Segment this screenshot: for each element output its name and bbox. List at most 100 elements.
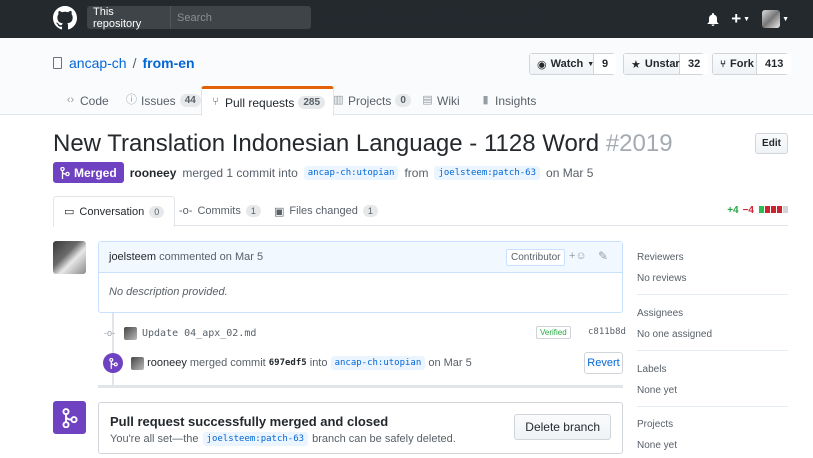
commit-icon: -o- — [179, 205, 193, 217]
tab-issues[interactable]: ⓘ Issues 44 — [118, 86, 209, 115]
sidebar-value: No reviews — [637, 273, 687, 284]
merge-target-branch[interactable]: ancap-ch:utopian — [330, 356, 426, 370]
code-icon: ‹› — [66, 94, 75, 106]
sidebar-value: None yet — [637, 440, 678, 451]
timeline-line — [112, 313, 114, 385]
repo-icon — [53, 57, 62, 69]
tab-counter: 1 — [362, 205, 378, 217]
repo-owner-link[interactable]: ancap-ch — [69, 55, 127, 71]
nav-issues[interactable]: Issues — [396, 11, 431, 25]
merge-text: merged 1 commit into — [182, 165, 298, 180]
star-count[interactable]: 32 — [680, 54, 709, 74]
merge-date: on Mar 5 — [546, 165, 594, 180]
merge-text: merged commit — [189, 357, 266, 369]
graph-icon: ▮ — [482, 94, 489, 106]
sidebar-projects[interactable]: Projects None yet — [637, 419, 788, 451]
tab-label: Commits — [197, 205, 241, 217]
sidebar-assignees[interactable]: Assignees No one assigned — [637, 308, 788, 340]
unstar-button[interactable]: ★ Unstar — [624, 54, 680, 74]
book-icon: ▤ — [422, 94, 433, 106]
watch-count[interactable]: 9 — [594, 54, 617, 74]
tab-label: Projects — [348, 93, 392, 108]
search-input[interactable] — [171, 11, 311, 24]
head-branch[interactable]: joelsteem:patch-63 — [434, 165, 541, 180]
merged-subtitle: You're all set—the joelsteem:patch-63 br… — [110, 432, 456, 446]
nav-pull-requests[interactable]: Pull requests — [323, 11, 392, 25]
github-logo-icon[interactable] — [53, 6, 77, 30]
commit-sha[interactable]: c811b8d — [588, 327, 626, 337]
nav-explore[interactable]: Explore — [507, 11, 548, 25]
sidebar-labels[interactable]: Labels None yet — [637, 364, 788, 396]
tab-counter: 1 — [245, 205, 261, 217]
user-menu[interactable]: ▼ — [762, 10, 789, 28]
sidebar-reviewers[interactable]: Reviewers No reviews — [637, 252, 788, 284]
diffstat-bar — [758, 205, 788, 216]
pr-meta: Merged rooneey merged 1 commit into anca… — [53, 162, 593, 183]
watch-button[interactable]: ◉ Watch ▼ — [530, 54, 594, 74]
merged-title: Pull request successfully merged and clo… — [110, 414, 389, 429]
state-label: Merged — [74, 165, 117, 180]
chevron-down-icon: ▼ — [743, 15, 751, 23]
commit-author-avatar[interactable] — [124, 326, 137, 340]
tab-conversation[interactable]: ▭ Conversation 0 — [53, 196, 176, 227]
user-avatar — [762, 10, 781, 28]
diffstat: +4 −4 — [727, 205, 788, 216]
comment-box: joelsteem commented on Mar 5 Contributor… — [98, 241, 623, 313]
from-text: from — [404, 165, 429, 180]
tab-label: Issues — [141, 93, 176, 108]
fork-group: ⑂ Fork 413 — [712, 53, 792, 75]
tab-files-changed[interactable]: ▣ Files changed 1 — [264, 196, 388, 226]
tab-label: Conversation — [79, 205, 145, 218]
merger-avatar[interactable] — [131, 356, 144, 370]
fork-count[interactable]: 413 — [757, 54, 792, 74]
commit-message[interactable]: Update 04_apx_02.md — [142, 328, 256, 339]
sidebar-heading: Reviewers — [637, 252, 684, 263]
repo-name-link[interactable]: from-en — [142, 55, 194, 71]
sidebar-divider — [637, 350, 788, 351]
fork-button[interactable]: ⑂ Fork — [713, 54, 757, 74]
tab-projects[interactable]: ▥ Projects 0 — [325, 86, 419, 115]
deletions-count: −4 — [742, 205, 754, 216]
tab-insights[interactable]: ▮ Insights — [472, 86, 544, 115]
add-reaction-icon[interactable]: +☺ — [569, 250, 587, 262]
git-merge-icon — [103, 353, 123, 373]
global-header: This repository Pull requests Issues Mar… — [0, 0, 813, 38]
verified-badge[interactable]: Verified — [536, 326, 571, 339]
sidebar-divider — [637, 406, 788, 407]
pr-title: New Translation Indonesian Language - 11… — [53, 130, 673, 158]
delete-branch-button[interactable]: Delete branch — [514, 414, 611, 440]
header-actions: + ▼ ▼ — [707, 10, 789, 28]
tab-counter: 44 — [179, 94, 201, 107]
merge-sha[interactable]: 697edf5 — [269, 358, 307, 368]
nav-marketplace[interactable]: Marketplace — [437, 11, 502, 25]
comment-icon: ▭ — [64, 206, 75, 218]
pencil-icon[interactable]: ✎ — [598, 249, 608, 263]
merge-user[interactable]: rooneey — [147, 357, 187, 369]
sidebar-value: None yet — [637, 385, 678, 396]
merge-date[interactable]: on Mar 5 — [428, 357, 471, 369]
into-text: into — [309, 357, 328, 369]
merger-link[interactable]: rooneey — [130, 166, 177, 180]
search-box[interactable]: This repository — [87, 6, 311, 30]
pull-request-icon: ⑂ — [212, 96, 219, 108]
chevron-down-icon: ▼ — [782, 15, 789, 23]
commenter-avatar[interactable] — [53, 241, 86, 274]
star-group: ★ Unstar 32 — [623, 53, 709, 75]
base-branch[interactable]: ancap-ch:utopian — [303, 165, 399, 180]
tab-commits[interactable]: -o- Commits 1 — [169, 196, 271, 226]
tab-pull-requests[interactable]: ⑂ Pull requests 285 — [201, 86, 335, 116]
watch-label: Watch — [550, 58, 584, 70]
comment-author[interactable]: joelsteem — [109, 251, 156, 263]
new-menu[interactable]: + ▼ — [731, 10, 751, 27]
git-merge-icon — [60, 166, 70, 179]
bell-icon[interactable] — [707, 12, 719, 26]
edit-title-button[interactable]: Edit — [755, 133, 788, 154]
merged-branch[interactable]: joelsteem:patch-63 — [202, 432, 309, 446]
revert-button[interactable]: Revert — [584, 352, 623, 374]
tab-wiki[interactable]: ▤ Wiki — [414, 86, 468, 115]
comment-timestamp[interactable]: commented on Mar 5 — [159, 251, 263, 263]
watch-group: ◉ Watch ▼ 9 — [529, 53, 617, 75]
tab-code[interactable]: ‹› Code — [57, 86, 117, 115]
repo-separator: / — [132, 55, 137, 71]
merged-sub-post: branch can be safely deleted. — [312, 433, 456, 445]
